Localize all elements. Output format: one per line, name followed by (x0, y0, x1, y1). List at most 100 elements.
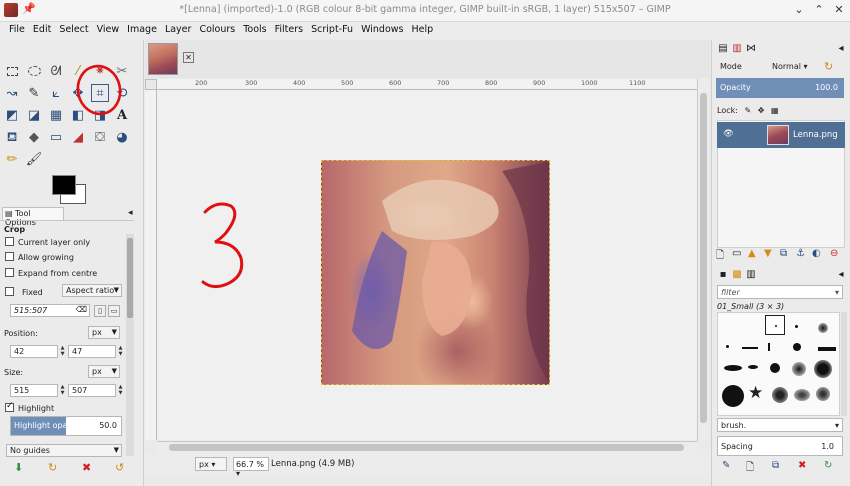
brushes-tab-icon[interactable]: ▪ (716, 268, 730, 282)
position-unit-select[interactable]: px ▼ (88, 326, 120, 339)
brush-item[interactable] (795, 325, 798, 328)
portrait-icon[interactable]: ▯ (94, 305, 106, 317)
brush-item[interactable] (772, 387, 788, 403)
brush-tag-input[interactable]: brush. ▾ (717, 418, 843, 432)
bucket-fill-icon[interactable]: ⛾ (3, 128, 21, 146)
clear-input-icon[interactable]: ⌫ (76, 305, 87, 314)
eraser-icon[interactable]: ◢ (69, 128, 87, 146)
reset-mode-icon[interactable]: ↻ (824, 60, 833, 73)
rect-select-icon[interactable] (3, 62, 21, 80)
size-width-stepper[interactable]: ▲ ▼ (59, 384, 66, 397)
new-brush-icon[interactable]: 🗋 (746, 460, 754, 477)
fixed-mode-select[interactable]: Aspect ratio ▼ (62, 284, 122, 297)
ellipse-select-icon[interactable] (25, 62, 43, 80)
landscape-icon[interactable]: ▭ (108, 305, 120, 317)
measure-icon[interactable]: ⟀ (47, 84, 65, 102)
fg-bg-colors[interactable] (50, 174, 90, 206)
perspective-icon[interactable]: ◩ (3, 106, 21, 124)
channels-tab-icon[interactable]: ▥ (730, 42, 744, 56)
tool-options-scrollbar[interactable] (126, 234, 134, 456)
vertical-ruler[interactable] (145, 90, 157, 440)
horizontal-ruler[interactable]: 200 300 400 500 600 700 800 900 1000 110… (157, 79, 697, 90)
position-y-stepper[interactable]: ▲ ▼ (117, 345, 124, 358)
highlight-checkbox[interactable] (5, 401, 14, 412)
clone-icon[interactable]: ⛋ (91, 128, 109, 146)
warp-transform-icon[interactable]: ▦ (47, 106, 65, 124)
menu-image[interactable]: Image (124, 22, 162, 39)
eye-icon[interactable]: 👁 (723, 129, 734, 139)
menu-tools[interactable]: Tools (240, 22, 271, 39)
expand-from-centre-checkbox[interactable] (5, 268, 14, 277)
menu-script-fu[interactable]: Script-Fu (308, 22, 358, 39)
canvas-horizontal-scrollbar[interactable] (157, 441, 697, 453)
paths-tab-icon[interactable]: ⋈ (744, 42, 758, 56)
fixed-checkbox[interactable] (5, 287, 14, 296)
layer-opacity-slider[interactable]: Opacity 100.0 (716, 78, 844, 98)
patterns-tab-icon[interactable]: ▩ (730, 268, 744, 282)
brush-item[interactable] (742, 347, 758, 349)
size-unit-select[interactable]: px ▼ (88, 365, 120, 378)
delete-layer-icon[interactable]: ⊖ (830, 248, 838, 259)
free-select-icon[interactable]: ᘛ (47, 62, 65, 80)
brush-item[interactable] (792, 362, 806, 376)
brush-item[interactable] (818, 347, 836, 351)
paintbrush-icon[interactable]: ▭ (47, 128, 65, 146)
layer-item[interactable]: 👁 Lenna.png (717, 122, 845, 148)
menu-select[interactable]: Select (56, 22, 93, 39)
brush-item[interactable] (814, 360, 832, 378)
brushes-scrollbar[interactable] (841, 312, 847, 416)
size-height-stepper[interactable]: ▲ ▼ (117, 384, 124, 397)
gradient-icon[interactable]: ◆ (25, 128, 43, 146)
restore-options-icon[interactable]: ↻ (48, 461, 57, 474)
panel-menu-icon[interactable]: ◂ (128, 208, 133, 218)
paths-icon[interactable]: ↝ (3, 84, 21, 102)
zoom-select[interactable]: 66.7 % ▾ (233, 457, 269, 478)
delete-brush-icon[interactable]: ✖ (798, 460, 806, 471)
maximize-icon[interactable]: ⌃ (812, 3, 826, 17)
brush-item[interactable] (748, 365, 758, 369)
menu-edit[interactable]: Edit (30, 22, 56, 39)
refresh-brushes-icon[interactable]: ↻ (824, 460, 832, 471)
brush-item[interactable] (768, 343, 770, 351)
close-icon[interactable]: ✕ (832, 3, 846, 17)
allow-growing-checkbox[interactable] (5, 252, 14, 261)
colour-picker-icon[interactable]: ✎ (25, 84, 43, 102)
duplicate-layer-icon[interactable]: ⧉ (780, 248, 787, 259)
position-y-input[interactable]: 47 (68, 345, 116, 358)
current-layer-only-checkbox[interactable] (5, 237, 14, 246)
raise-layer-icon[interactable]: ▲ (748, 248, 756, 259)
gradients-tab-icon[interactable]: ▥ (744, 268, 758, 282)
close-image-tab-icon[interactable]: ✕ (183, 52, 194, 63)
position-x-input[interactable]: 42 (10, 345, 58, 358)
foreground-color-swatch[interactable] (52, 175, 76, 195)
menu-help[interactable]: Help (408, 22, 438, 39)
canvas-vertical-scrollbar[interactable] (697, 79, 709, 441)
new-layer-icon[interactable]: 🗋 (716, 248, 724, 265)
brush-item[interactable] (724, 365, 742, 371)
edit-brush-icon[interactable]: ✎ (722, 460, 730, 471)
pencil-icon[interactable]: ✏ (3, 150, 21, 168)
unit-select[interactable]: px ▾ (195, 457, 227, 471)
smudge-icon[interactable]: ◕ (113, 128, 131, 146)
save-options-icon[interactable]: ⬇ (14, 461, 23, 474)
menu-file[interactable]: File (6, 22, 30, 39)
highlight-opacity-slider[interactable]: Highlight opacity 50.0 (10, 416, 122, 436)
brushes-list[interactable]: ★ (717, 312, 840, 416)
lock-alpha-icon[interactable]: ▦ (771, 106, 779, 115)
position-x-stepper[interactable]: ▲ ▼ (59, 345, 66, 358)
size-height-input[interactable]: 507 (68, 384, 116, 397)
brush-filter-input[interactable]: filter ▾ (717, 285, 843, 299)
menu-view[interactable]: View (94, 22, 125, 39)
brush-item[interactable] (816, 387, 830, 401)
image-canvas[interactable] (321, 160, 550, 385)
menu-layer[interactable]: Layer (162, 22, 197, 39)
brush-item[interactable] (793, 343, 801, 351)
brush-item[interactable] (726, 345, 729, 348)
lock-pixels-icon[interactable]: ✎ (744, 106, 751, 115)
dock-menu-icon[interactable]: ◂ (834, 42, 848, 56)
anchor-layer-icon[interactable]: ⚓ (796, 248, 805, 259)
brush-item[interactable] (770, 363, 780, 373)
3d-transform-icon[interactable]: ◪ (25, 106, 43, 124)
brush-spacing-slider[interactable]: Spacing 1.0 (717, 436, 843, 456)
duplicate-brush-icon[interactable]: ⧉ (772, 460, 779, 471)
